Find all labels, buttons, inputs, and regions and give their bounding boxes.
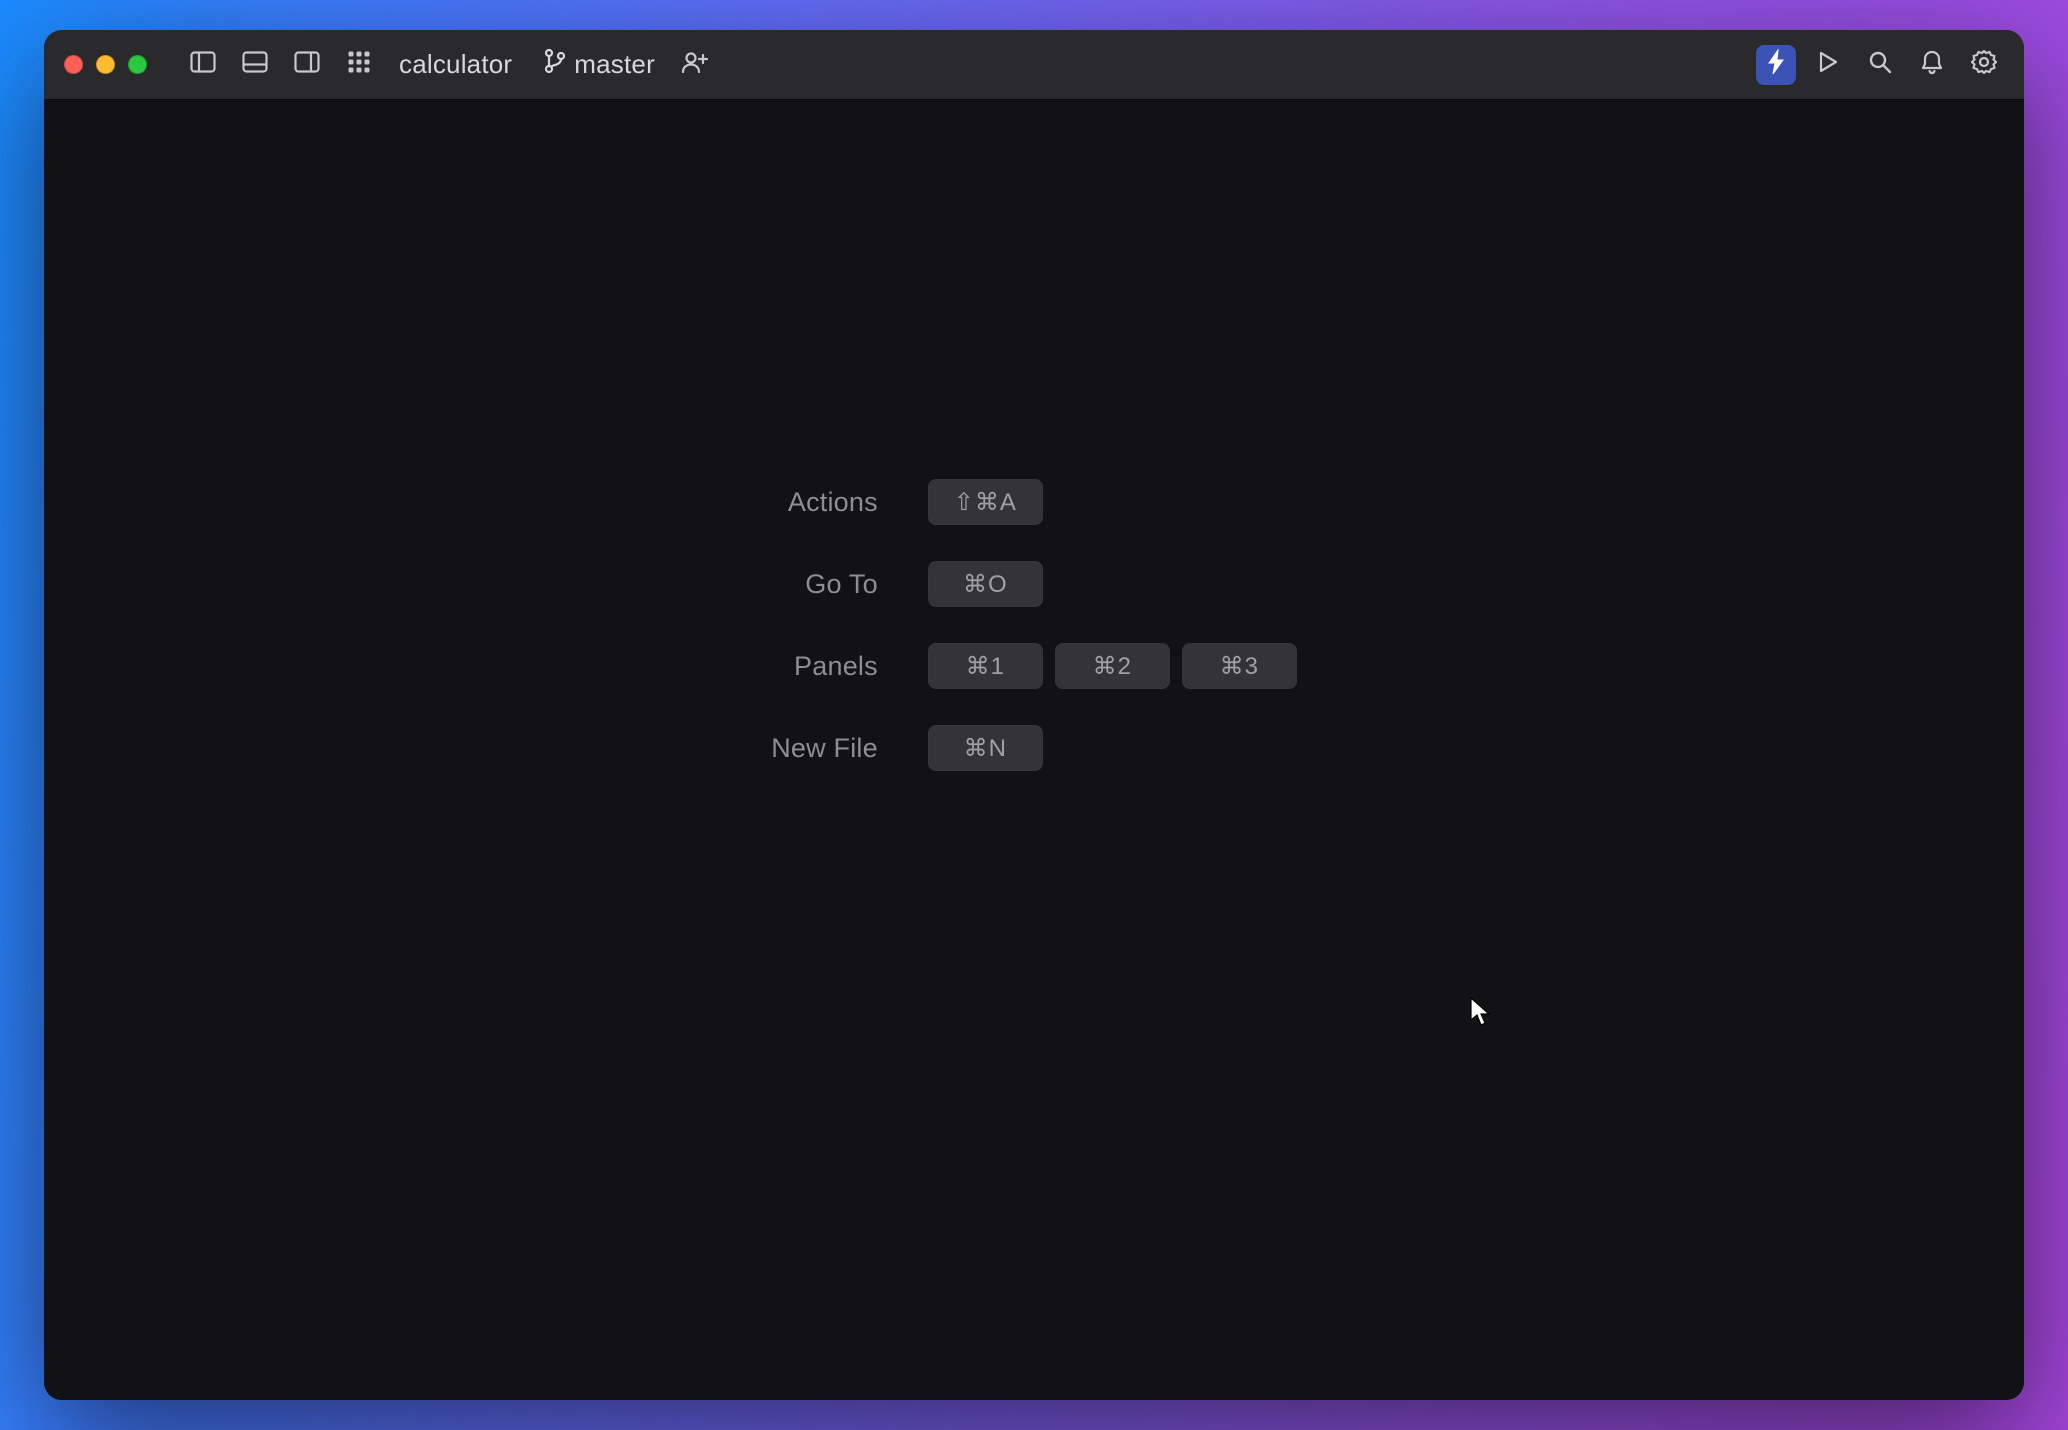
toggle-right-panel-button[interactable] <box>287 45 327 85</box>
kbd: ⌘O <box>928 561 1043 607</box>
add-collaborator-button[interactable] <box>675 45 715 85</box>
kbd: ⌘N <box>928 725 1043 771</box>
shortcut-keys-panels: ⌘1 ⌘2 ⌘3 <box>928 643 1297 689</box>
branch-selector[interactable]: master <box>532 48 667 81</box>
apps-grid-button[interactable] <box>339 45 379 85</box>
gear-icon <box>1971 49 1997 80</box>
git-branch-icon <box>544 48 566 81</box>
play-icon <box>1817 50 1839 79</box>
settings-button[interactable] <box>1964 45 2004 85</box>
titlebar: calculator master <box>44 30 2024 100</box>
ai-assistant-button[interactable] <box>1756 45 1796 85</box>
window-close-button[interactable] <box>64 55 83 74</box>
panel-bottom-icon <box>242 51 268 78</box>
shortcut-keys-newfile: ⌘N <box>928 725 1297 771</box>
project-selector[interactable]: calculator <box>387 49 524 80</box>
shortcut-keys-actions: ⇧⌘A <box>928 479 1297 525</box>
app-window: calculator master <box>44 30 2024 1400</box>
project-name: calculator <box>399 49 512 80</box>
bolt-icon <box>1766 49 1786 80</box>
window-fullscreen-button[interactable] <box>128 55 147 74</box>
kbd: ⇧⌘A <box>928 479 1043 525</box>
panel-left-icon <box>190 51 216 78</box>
kbd: ⌘3 <box>1182 643 1297 689</box>
shortcut-label-panels: Panels <box>771 651 878 682</box>
cursor-icon <box>1470 997 1492 1032</box>
grid-icon <box>348 51 370 78</box>
window-minimize-button[interactable] <box>96 55 115 74</box>
branch-name: master <box>574 49 655 80</box>
panel-toggle-group <box>183 45 379 85</box>
editor-empty-state: Actions ⇧⌘A Go To ⌘O Panels ⌘1 ⌘2 ⌘3 New… <box>44 100 2024 1400</box>
notifications-button[interactable] <box>1912 45 1952 85</box>
user-plus-icon <box>681 50 709 79</box>
panel-right-icon <box>294 51 320 78</box>
kbd: ⌘2 <box>1055 643 1170 689</box>
shortcut-label-actions: Actions <box>771 487 878 518</box>
search-icon <box>1868 50 1892 79</box>
traffic-lights <box>64 55 147 74</box>
bell-icon <box>1920 49 1944 80</box>
shortcut-label-newfile: New File <box>771 733 878 764</box>
toggle-bottom-panel-button[interactable] <box>235 45 275 85</box>
toggle-left-panel-button[interactable] <box>183 45 223 85</box>
run-button[interactable] <box>1808 45 1848 85</box>
shortcut-keys-goto: ⌘O <box>928 561 1297 607</box>
shortcut-label-goto: Go To <box>771 569 878 600</box>
kbd: ⌘1 <box>928 643 1043 689</box>
shortcut-hints: Actions ⇧⌘A Go To ⌘O Panels ⌘1 ⌘2 ⌘3 New… <box>771 479 1297 771</box>
search-button[interactable] <box>1860 45 1900 85</box>
